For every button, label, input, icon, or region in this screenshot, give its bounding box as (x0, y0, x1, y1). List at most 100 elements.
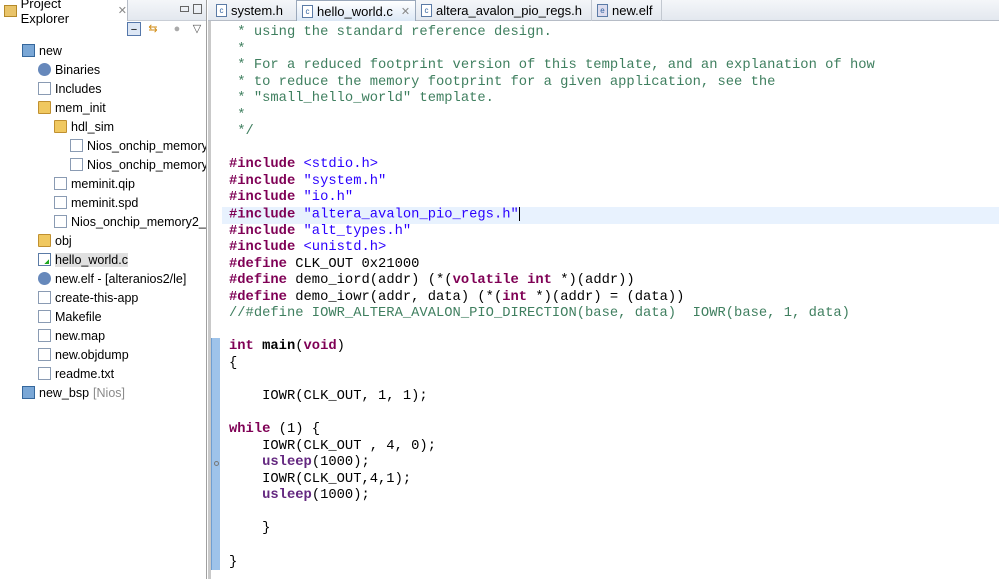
code-token: "altera_avalon_pio_regs.h" (295, 207, 519, 223)
code-token: IOWR(CLK_OUT, 1, 1); (229, 389, 428, 405)
maximize-icon[interactable] (193, 4, 202, 14)
tree-item-label: hdl_sim (71, 119, 115, 134)
code-token: usleep (262, 455, 312, 471)
code-token: * For a reduced footprint version of thi… (229, 58, 875, 74)
tree-item[interactable]: new (0, 41, 206, 60)
code-token: int (502, 289, 528, 305)
c-header-icon: c (216, 4, 227, 17)
tree-item-label: readme.txt (55, 366, 115, 381)
code-token: <stdio.h> (295, 157, 379, 173)
code-line: int main(void) (222, 339, 999, 356)
tree-item[interactable]: new.elf - [alteranios2/le] (0, 269, 206, 288)
code-token: } (229, 554, 238, 570)
file-icon (38, 348, 51, 361)
code-line: #define demo_iord(addr) (*(volatile int … (222, 273, 999, 290)
tree-item[interactable]: Nios_onchip_memory (0, 155, 206, 174)
close-icon[interactable]: ✕ (118, 4, 127, 17)
tree-item[interactable]: new_bsp [Nios] (0, 383, 206, 402)
code-token: * to reduce the memory footprint for a g… (229, 74, 776, 90)
text-caret (518, 207, 520, 222)
binaries-icon (38, 63, 51, 76)
tree-item[interactable]: Nios_onchip_memory (0, 136, 206, 155)
tree-item[interactable]: new.map (0, 326, 206, 345)
tree-item-label: new.elf - [alteranios2/le] (55, 271, 187, 286)
elf-icon: e (597, 4, 608, 17)
tree-item[interactable]: Nios_onchip_memory2_0 (0, 212, 206, 231)
tree-item-label: create-this-app (55, 290, 139, 305)
tree-item[interactable]: create-this-app (0, 288, 206, 307)
minimize-icon[interactable] (180, 6, 189, 12)
code-editor[interactable]: * using the standard reference design. *… (222, 25, 999, 579)
file-icon (70, 139, 83, 152)
tab-altera-avalon-pio-regs-h[interactable]: c altera_avalon_pio_regs.h (416, 0, 592, 21)
tab-project-explorer[interactable]: Project Explorer ✕ (0, 0, 128, 26)
file-icon (54, 215, 67, 228)
code-line: * (222, 108, 999, 125)
code-line: * (222, 42, 999, 59)
tab-label: hello_world.c (317, 3, 393, 19)
tree-item[interactable]: meminit.qip (0, 174, 206, 193)
project-explorer-panel: Project Explorer ✕ − ⇆ ● ▽ new Binaries In… (0, 0, 207, 579)
folder-icon (38, 234, 51, 247)
filter-icon[interactable]: ● (170, 22, 184, 36)
code-token: * (229, 107, 246, 123)
tree-item-label: new.map (55, 328, 106, 343)
code-line: * For a reduced footprint version of thi… (222, 58, 999, 75)
code-token: ) (336, 339, 345, 355)
code-token: #include (229, 190, 296, 206)
close-icon[interactable]: ✕ (401, 5, 410, 18)
code-token: #define (229, 273, 287, 289)
code-token: volatile int (452, 273, 552, 289)
code-token: CLK_OUT 0x21000 (286, 256, 420, 272)
code-token: demo_iord(addr) (*( (286, 273, 453, 289)
collapse-all-icon[interactable]: − (127, 22, 141, 36)
project-explorer-header: Project Explorer ✕ (0, 0, 206, 26)
tree-item[interactable]: hello_world.c (0, 250, 206, 269)
view-menu-icon[interactable]: ▽ (190, 22, 204, 36)
tree-item-label: Includes (55, 81, 102, 96)
code-line: IOWR(CLK_OUT,4,1); (222, 472, 999, 489)
code-token: void (303, 339, 337, 355)
code-line: { (222, 356, 999, 373)
tree-item-label: Binaries (55, 62, 101, 77)
link-with-editor-icon[interactable]: ⇆ (146, 22, 160, 36)
code-token: demo_iowr(addr, data) (*( (286, 289, 503, 305)
code-line: #include "altera_avalon_pio_regs.h" (222, 207, 999, 224)
tree-item[interactable]: obj (0, 231, 206, 250)
tree-item[interactable]: readme.txt (0, 364, 206, 383)
tree-item[interactable]: mem_init (0, 98, 206, 117)
tree-item[interactable]: Includes (0, 79, 206, 98)
project-tree: new Binaries Includes mem_init hdl_sim Nios_o… (0, 41, 206, 402)
code-token: int (229, 339, 254, 355)
tree-item[interactable]: Binaries (0, 60, 206, 79)
code-token: #include (229, 173, 296, 189)
tree-item[interactable]: new.objdump (0, 345, 206, 364)
explorer-toolbar: − ⇆ ● ▽ (0, 21, 206, 39)
tab-new-elf[interactable]: e new.elf (592, 0, 662, 21)
tree-item[interactable]: meminit.spd (0, 193, 206, 212)
tab-hello-world-c[interactable]: c hello_world.c ✕ (296, 0, 416, 21)
code-token: #define (229, 256, 287, 272)
tree-item-label: Makefile (55, 309, 102, 324)
tree-item-label: obj (55, 233, 72, 248)
c-file-icon (38, 253, 51, 266)
tree-item-label: new.objdump (55, 347, 129, 362)
tab-system-h[interactable]: c system.h (211, 0, 297, 21)
code-token: while (229, 422, 271, 438)
tree-item-label: mem_init (55, 100, 106, 115)
tree-item-label: Nios_onchip_memory (87, 157, 206, 172)
tree-item-suffix: [Nios] (93, 385, 125, 400)
code-line: usleep(1000); (222, 488, 999, 505)
tree-item[interactable]: Makefile (0, 307, 206, 326)
breakpoint-marker-icon[interactable] (214, 461, 219, 466)
code-token: //#define IOWR_ALTERA_AVALON_PIO_DIRECTI… (229, 306, 850, 322)
tree-item[interactable]: hdl_sim (0, 117, 206, 136)
code-token: "system.h" (295, 173, 387, 189)
